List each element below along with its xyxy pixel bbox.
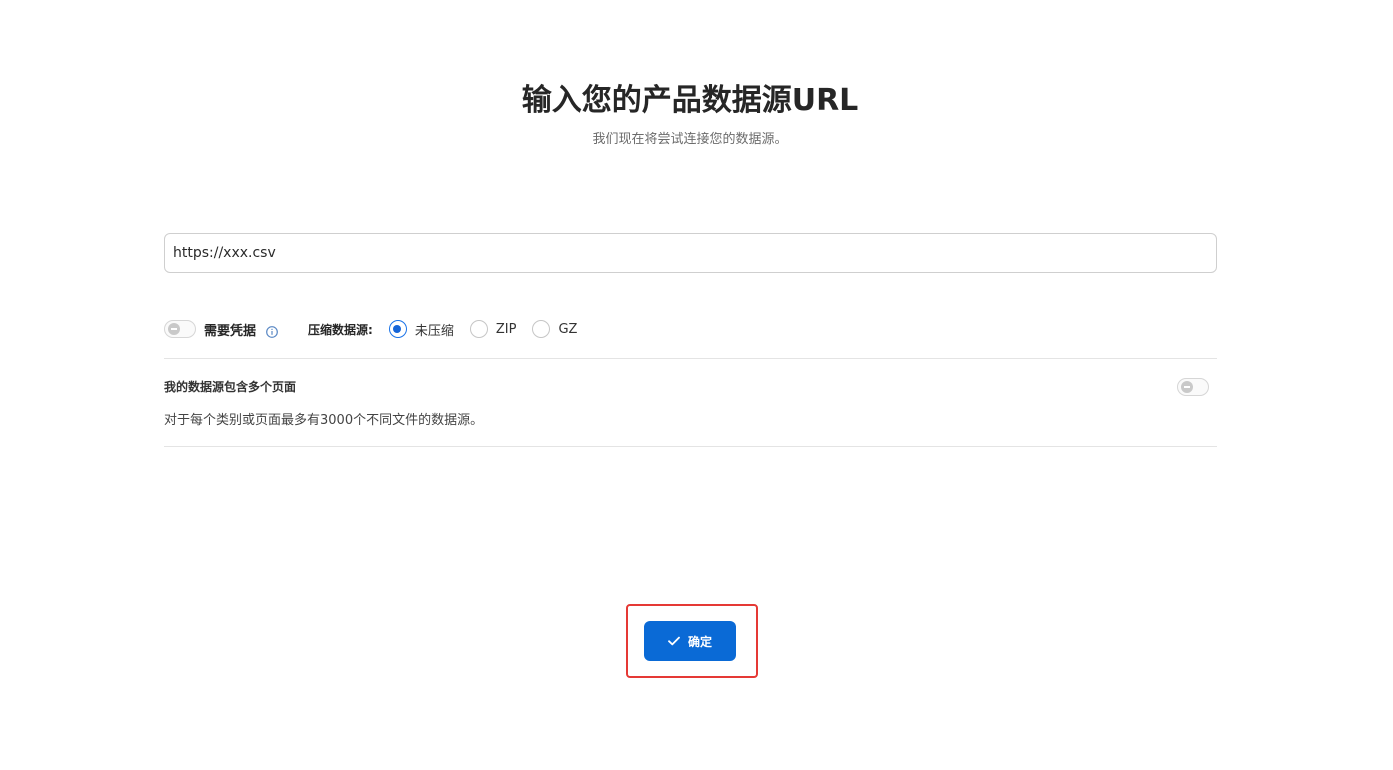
toggle-off-knob [168, 323, 180, 335]
multi-page-title: 我的数据源包含多个页面 [164, 380, 297, 394]
page: 输入您的产品数据源URL 我们现在将尝试连接您的数据源。 需要凭据 压缩数据源:… [0, 0, 1393, 770]
radio-label: ZIP [495, 321, 517, 337]
feed-url-input[interactable] [164, 233, 1217, 273]
credentials-label: 需要凭据 [204, 323, 257, 339]
page-title: 输入您的产品数据源URL [521, 83, 859, 118]
confirm-button-label: 确定 [687, 634, 712, 649]
options-row: 需要凭据 压缩数据源: 未压缩 ZIP GZ [164, 316, 593, 342]
radio-label: 未压缩 [414, 323, 454, 339]
compression-option-gz[interactable]: GZ [532, 320, 577, 338]
radio-checked[interactable] [388, 320, 407, 338]
compression-radio-group: 未压缩 ZIP GZ [388, 320, 594, 339]
checkmark-icon [668, 636, 680, 646]
compression-label: 压缩数据源: [308, 322, 373, 337]
page-subtitle: 我们现在将尝试连接您的数据源。 [592, 132, 788, 147]
radio-label: GZ [558, 321, 578, 337]
multi-page-toggle[interactable] [1177, 378, 1209, 396]
radio-unchecked[interactable] [532, 320, 551, 338]
confirm-button[interactable]: 确定 [644, 621, 736, 661]
info-icon[interactable] [266, 323, 278, 338]
credentials-toggle[interactable] [164, 320, 196, 338]
divider [164, 446, 1217, 447]
compression-option-zip[interactable]: ZIP [469, 320, 517, 338]
divider [164, 358, 1217, 359]
toggle-off-knob [1181, 381, 1193, 393]
compression-option-none[interactable]: 未压缩 [388, 320, 454, 339]
radio-unchecked[interactable] [469, 320, 488, 338]
multi-page-description: 对于每个类别或页面最多有3000个不同文件的数据源。 [164, 413, 484, 428]
